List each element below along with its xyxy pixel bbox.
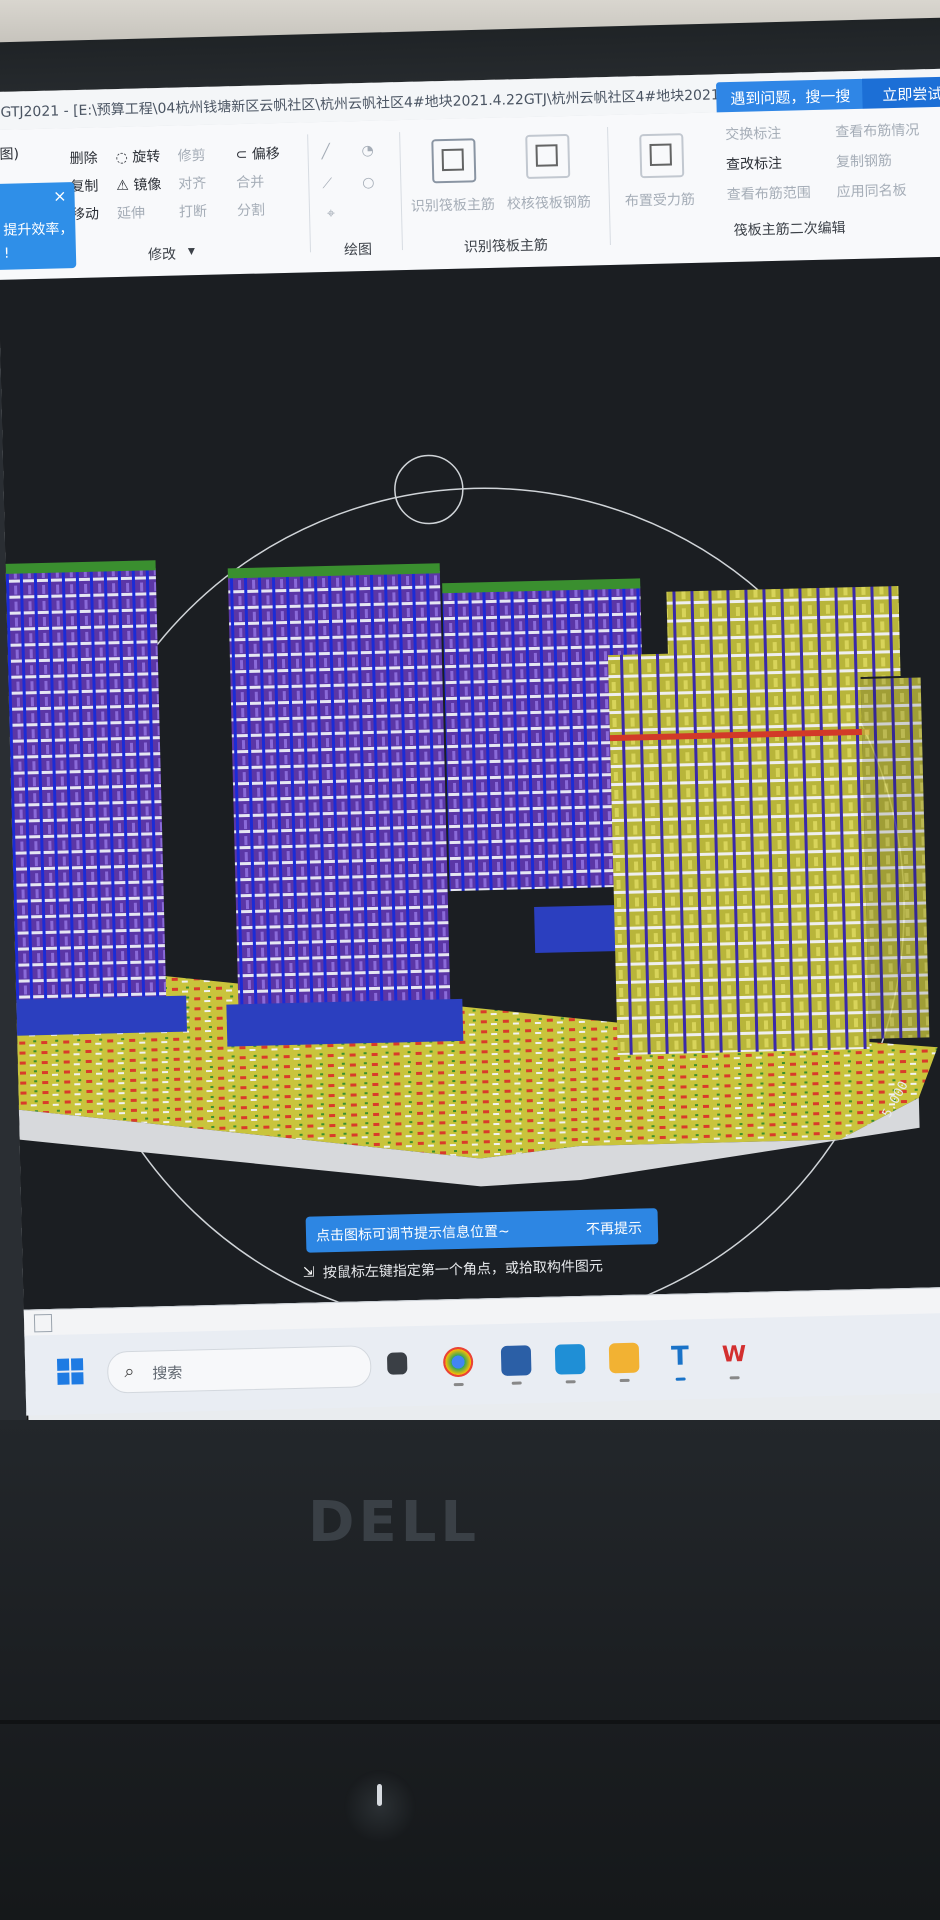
copy-rebar-button[interactable]: 复制钢筋 (836, 150, 892, 171)
place-stress-rebar-button[interactable]: 布置受力筋 (625, 189, 695, 211)
dell-logo: DELL (308, 1490, 481, 1555)
ribbon: 图) 删除 ◌ 旋转 修剪 ⊂ 偏移 复制 ⚠ 镜像 对齐 合并 移动 延伸 打… (0, 106, 940, 281)
dont-show-again-button[interactable]: 不再提示 (586, 1218, 642, 1239)
raft-rebar-edit-group-label: 筏板主筋二次编辑 (733, 220, 846, 239)
tower-4-top (666, 586, 901, 682)
tower-1-base (16, 995, 188, 1036)
draw-group-label: 绘图 (343, 241, 373, 259)
chrome-icon[interactable] (442, 1346, 474, 1387)
chevron-down-icon[interactable]: ▾ (188, 243, 195, 259)
taskbar-search[interactable]: ⌕ 搜索 (106, 1345, 372, 1394)
file-explorer-icon[interactable] (608, 1342, 640, 1383)
search-icon: ⌕ (124, 1360, 135, 1383)
merge-button[interactable]: 合并 (236, 171, 264, 192)
toast-line-2: ! (3, 245, 10, 262)
tower-2 (227, 571, 451, 1007)
close-icon[interactable]: × (53, 186, 67, 205)
building-model-view: 5.000 (5, 454, 938, 1310)
gtj-window: GTJ2021 - [E:\预算工程\04杭州钱塘新区云帆社区\杭州云帆社区4#… (0, 68, 940, 1447)
offset-button[interactable]: ⊂ 偏移 (235, 143, 280, 164)
identify-raft-rebar-group-label: 识别筏板主筋 (463, 237, 549, 256)
modify-group-label: 修改 (147, 246, 177, 264)
draw-point-icon[interactable]: ⌖ (327, 206, 335, 222)
cad-app-icon[interactable] (500, 1345, 532, 1385)
notification-toast: × 提升效率， ! (0, 182, 77, 270)
mirror-button[interactable]: ⚠ 镜像 (116, 174, 161, 195)
wps-icon[interactable]: W (719, 1340, 750, 1380)
tower-2-base (226, 998, 464, 1047)
align-button[interactable]: 对齐 (178, 173, 206, 194)
view-rebar-range-button[interactable]: 查看布筋范围 (726, 182, 811, 204)
ribbon-separator (399, 132, 403, 251)
delete-button[interactable]: 删除 (69, 147, 97, 168)
place-stress-rebar-icon (639, 133, 685, 179)
cursor-icon: ⇲ (302, 1264, 315, 1281)
identify-raft-rebar-button[interactable]: 识别筏板主筋 (411, 194, 495, 216)
vpn-app-icon[interactable] (554, 1343, 586, 1384)
draw-circle-icon[interactable]: ○ (362, 175, 375, 191)
command-icon[interactable] (33, 1313, 53, 1333)
trim-button[interactable]: 修剪 (177, 145, 205, 166)
ribbon-separator (607, 127, 611, 245)
split-button[interactable]: 分割 (237, 199, 265, 220)
extend-button[interactable]: 延伸 (117, 202, 145, 223)
ribbon-tab-left[interactable]: 图) (0, 143, 19, 163)
tower-4-side (860, 677, 930, 1039)
draw-arc-icon[interactable]: ◔ (361, 143, 374, 159)
toast-line-1: 提升效率， (3, 221, 74, 239)
rotate-button[interactable]: ◌ 旋转 (115, 146, 160, 167)
draw-line-icon[interactable]: ╱ (321, 144, 330, 160)
tower-3-annex (534, 904, 626, 954)
typora-icon[interactable]: T (665, 1341, 696, 1381)
draw-rect-icon[interactable]: ⟋ (322, 176, 332, 192)
identify-raft-rebar-icon (431, 138, 477, 184)
info-tip-message: 点击图标可调节提示信息位置~ (315, 1223, 510, 1245)
check-raft-rebar-button[interactable]: 校核筏板钢筋 (507, 191, 591, 213)
mirror-label: 镜像 (133, 176, 162, 194)
3d-viewport[interactable]: 5.000 点击图标可调节提示信息位置~ 不再提示 ⇲ 按鼠标左键指定第一个角点… (0, 256, 940, 1310)
offset-label: 偏移 (251, 146, 280, 163)
edit-annotation-button[interactable]: 查改标注 (726, 153, 782, 174)
task-view-icon[interactable] (386, 1352, 408, 1375)
break-button[interactable]: 打断 (179, 201, 207, 222)
ribbon-separator (307, 134, 312, 253)
windows-start-icon[interactable] (56, 1358, 86, 1387)
apply-same-name-slab-button[interactable]: 应用同名板 (836, 180, 907, 202)
rotate-label: 旋转 (132, 148, 161, 166)
tower-1 (5, 568, 167, 1002)
swap-annotation-button[interactable]: 交换标注 (725, 123, 781, 144)
tower-4 (607, 649, 870, 1056)
taskbar-search-label: 搜索 (152, 1363, 183, 1383)
view-rebar-layout-button[interactable]: 查看布筋情况 (835, 119, 919, 141)
check-raft-rebar-icon (525, 133, 571, 180)
laptop-hinge (0, 1720, 940, 1724)
power-button-icon[interactable] (344, 1770, 416, 1842)
